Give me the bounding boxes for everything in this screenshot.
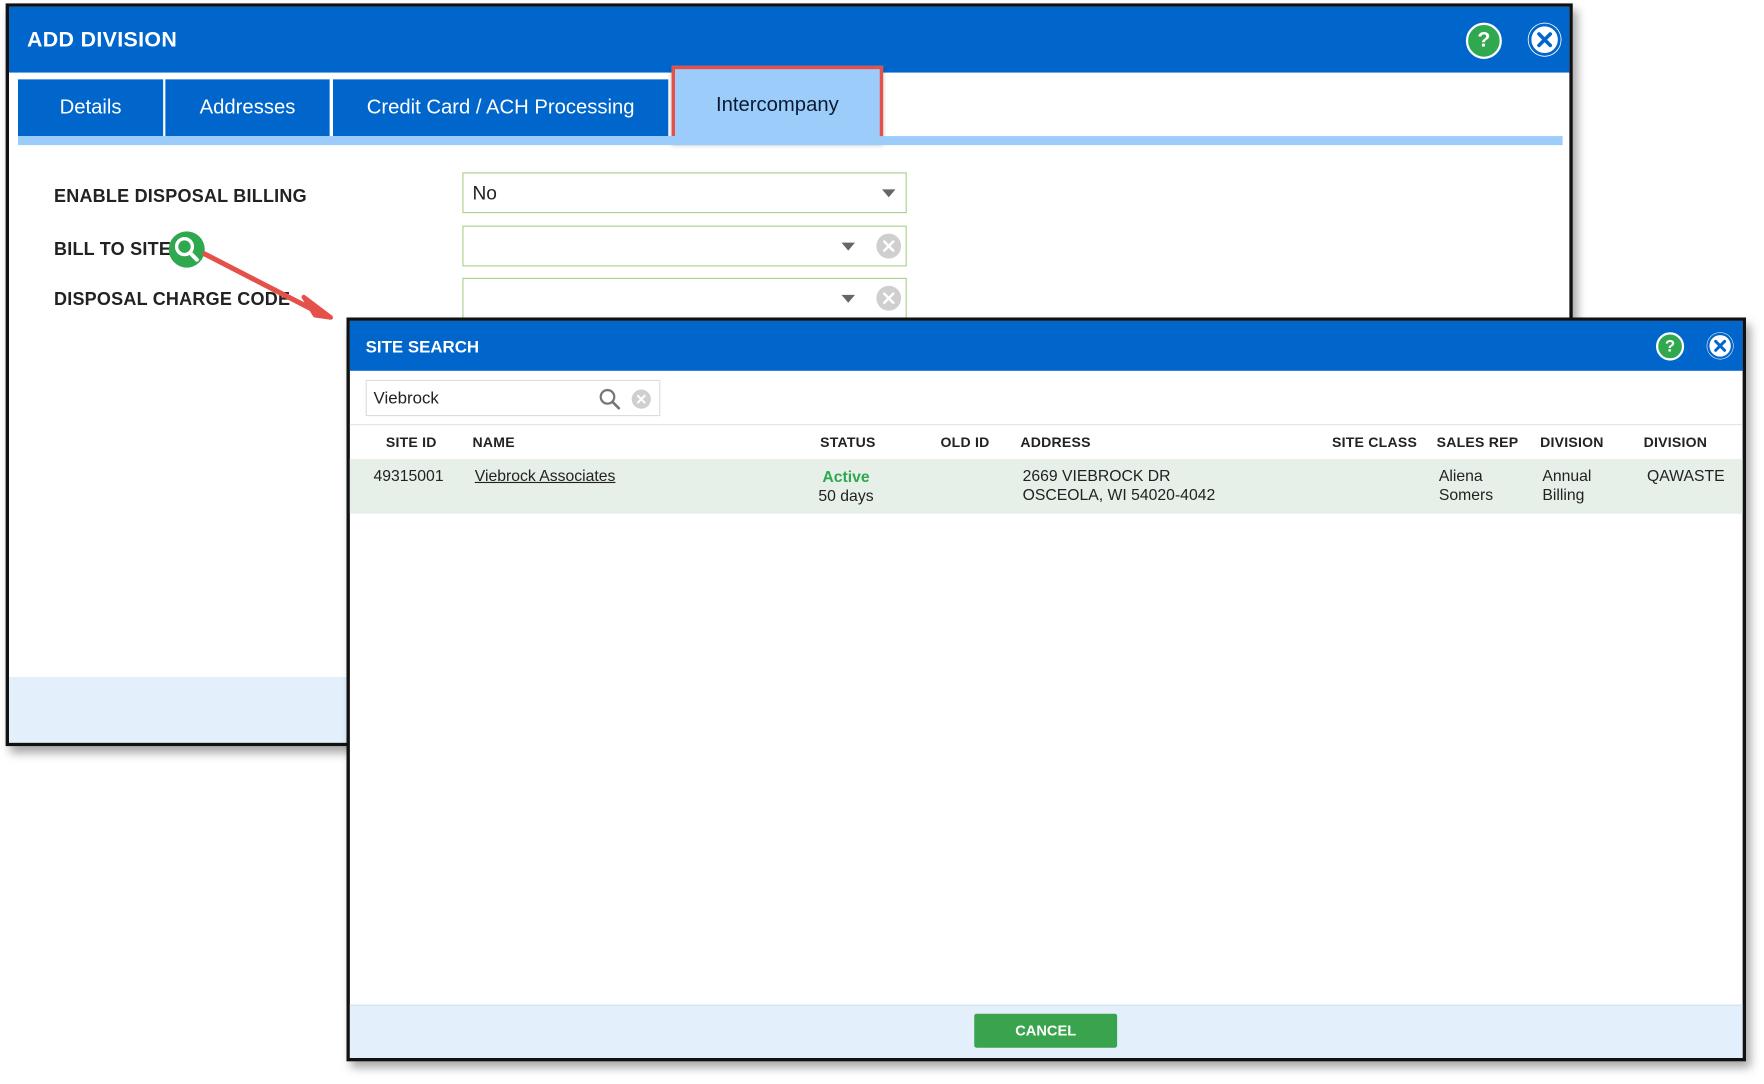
col-sales-rep[interactable]: SALES REP xyxy=(1437,434,1519,450)
address-line-1: 2669 VIEBROCK DR xyxy=(1022,466,1171,485)
table-row[interactable]: 49315001 Viebrock Associates Active 50 d… xyxy=(349,459,1743,514)
site-search-header: SITE SEARCH ? xyxy=(349,320,1743,371)
status-badge: Active xyxy=(822,467,870,486)
chevron-down-icon xyxy=(882,189,896,198)
search-icon[interactable] xyxy=(599,388,622,411)
site-search-title: SITE SEARCH xyxy=(365,337,480,358)
dialog-header: ADD DIVISION ? xyxy=(9,6,1570,73)
col-name[interactable]: NAME xyxy=(473,434,515,450)
division-line-2: Billing xyxy=(1542,485,1585,504)
sales-rep-line-2: Somers xyxy=(1438,485,1494,504)
enable-disposal-billing-label: ENABLE DISPOSAL BILLING xyxy=(54,187,307,207)
clear-icon[interactable] xyxy=(876,233,902,259)
chevron-down-icon xyxy=(841,242,855,251)
site-name-link[interactable]: Viebrock Associates xyxy=(475,466,616,485)
dialog-title: ADD DIVISION xyxy=(27,28,178,53)
enable-disposal-billing-value: No xyxy=(472,182,497,205)
sales-rep-line-1: Aliena xyxy=(1438,466,1483,485)
disposal-charge-code-select[interactable] xyxy=(462,277,907,319)
site-search-dialog: SITE SEARCH ? Viebrock SITE ID NAME STAT… xyxy=(346,317,1746,1062)
enable-disposal-billing-select[interactable]: No xyxy=(462,172,907,214)
status-detail: 50 days xyxy=(818,486,874,505)
col-site-id[interactable]: SITE ID xyxy=(386,434,437,450)
clear-icon[interactable] xyxy=(631,389,651,409)
col-site-class[interactable]: SITE CLASS xyxy=(1332,434,1417,450)
help-icon[interactable]: ? xyxy=(1656,332,1685,361)
tab-addresses[interactable]: Addresses xyxy=(165,79,330,137)
annotation-arrow-icon xyxy=(202,251,333,320)
site-search-input[interactable]: Viebrock xyxy=(365,379,661,417)
division-cell: Annual Billing xyxy=(1542,466,1591,505)
tab-details[interactable]: Details xyxy=(18,79,164,137)
site-search-footer: CANCEL xyxy=(349,1004,1743,1058)
close-icon[interactable] xyxy=(1527,22,1562,57)
bill-to-site-label: BILL TO SITE xyxy=(54,240,172,260)
tab-credit-card-ach[interactable]: Credit Card / ACH Processing xyxy=(333,79,669,137)
cancel-button[interactable]: CANCEL xyxy=(974,1013,1118,1048)
bill-to-site-select[interactable] xyxy=(462,225,907,267)
tab-bar: Details Addresses Credit Card / ACH Proc… xyxy=(18,65,1560,145)
clear-icon[interactable] xyxy=(876,285,902,311)
col-status[interactable]: STATUS xyxy=(820,434,876,450)
sales-rep-cell: Aliena Somers xyxy=(1439,466,1493,505)
close-icon[interactable] xyxy=(1706,332,1734,360)
col-division-2[interactable]: DIVISION xyxy=(1644,434,1708,450)
col-address[interactable]: ADDRESS xyxy=(1020,434,1090,450)
division-line-1: Annual xyxy=(1542,466,1592,485)
tab-underline xyxy=(18,136,1563,146)
status-cell: Active 50 days xyxy=(818,467,874,506)
tab-intercompany[interactable]: Intercompany xyxy=(671,65,884,143)
help-icon[interactable]: ? xyxy=(1465,22,1502,59)
col-old-id[interactable]: OLD ID xyxy=(941,434,990,450)
address-cell: 2669 VIEBROCK DR OSCEOLA, WI 54020-4042 xyxy=(1023,466,1216,505)
address-line-2: OSCEOLA, WI 54020-4042 xyxy=(1022,485,1216,504)
results-table-header: SITE ID NAME STATUS OLD ID ADDRESS SITE … xyxy=(349,424,1743,461)
division-2-cell: QAWASTE xyxy=(1647,466,1725,485)
chevron-down-icon xyxy=(841,294,855,303)
site-id-cell: 49315001 xyxy=(373,466,444,485)
site-search-value: Viebrock xyxy=(373,388,439,409)
col-division[interactable]: DIVISION xyxy=(1540,434,1604,450)
